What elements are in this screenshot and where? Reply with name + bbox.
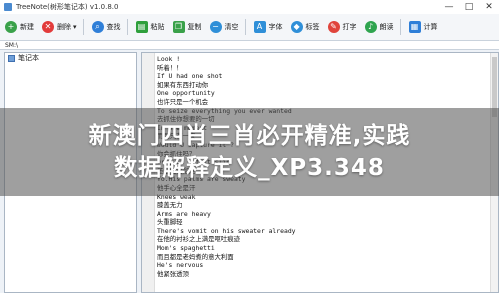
close-button[interactable]: ✕ bbox=[479, 0, 499, 14]
copy-label: 复制 bbox=[187, 23, 202, 31]
editor-line: One opportunity bbox=[157, 89, 215, 98]
editor-line: He's nervous bbox=[157, 261, 204, 270]
plus-icon: + bbox=[5, 21, 17, 33]
calculator-icon: ▦ bbox=[408, 21, 421, 33]
font-label: 字体 bbox=[268, 23, 283, 31]
copy-button[interactable]: ❐ 复制 bbox=[170, 16, 205, 38]
count-label: 计算 bbox=[423, 23, 438, 31]
title-bar: TreeNote(树形笔记本) v1.0.8.0 — □ ✕ bbox=[0, 0, 499, 14]
toolbar-divider bbox=[399, 19, 401, 35]
clear-icon: − bbox=[209, 21, 222, 33]
keyboard-icon: ✎ bbox=[327, 21, 340, 33]
count-button[interactable]: ▦ 计算 bbox=[406, 16, 441, 38]
editor-line: Look ! bbox=[157, 55, 181, 63]
editor-line: Arms are heavy bbox=[157, 209, 211, 218]
find-label: 查找 bbox=[106, 23, 121, 31]
tag-label: 标签 bbox=[305, 23, 320, 31]
editor-line: 听着！！ bbox=[157, 63, 183, 72]
clear-label: 清空 bbox=[224, 23, 239, 31]
toolbar-divider bbox=[244, 19, 246, 35]
banner-line-1: 新澳门四肖三肖必开精准,实践 bbox=[88, 123, 411, 149]
delete-icon: ✕ bbox=[42, 21, 54, 33]
app-window: TreeNote(树形笔记本) v1.0.8.0 — □ ✕ + 新建 ✕ 删除… bbox=[0, 0, 499, 293]
toolbar: + 新建 ✕ 删除 ▾ ⌕ 查找 ▤ 粘贴 ❐ 复制 − 清空 A 字体 ◆ 标… bbox=[0, 14, 499, 41]
delete-label: 删除 bbox=[57, 23, 71, 31]
editor-line: 他紧张透顶 bbox=[157, 269, 189, 278]
minimize-button[interactable]: — bbox=[439, 0, 459, 14]
window-title: TreeNote(树形笔记本) v1.0.8.0 bbox=[16, 3, 119, 11]
font-button[interactable]: A 字体 bbox=[251, 16, 286, 38]
tag-button[interactable]: ◆ 标签 bbox=[288, 16, 323, 38]
editor-line: 而且都是老妈煮的意大利面 bbox=[157, 252, 234, 261]
editor-line: Mom's spaghetti bbox=[157, 244, 215, 253]
editor-line: If U had one shot bbox=[157, 72, 223, 81]
editor-line: 头重脚轻 bbox=[157, 218, 183, 227]
type-button[interactable]: ✎ 打字 bbox=[325, 16, 360, 38]
font-icon: A bbox=[253, 21, 266, 33]
clear-button[interactable]: − 清空 bbox=[207, 16, 242, 38]
tree-node-label: 笔记本 bbox=[18, 54, 39, 62]
speaker-icon: ♪ bbox=[364, 21, 377, 33]
read-button[interactable]: ♪ 朗读 bbox=[362, 16, 397, 38]
new-label: 新建 bbox=[20, 23, 34, 31]
find-button[interactable]: ⌕ 查找 bbox=[89, 16, 124, 38]
tag-icon: ◆ bbox=[290, 21, 303, 33]
maximize-button[interactable]: □ bbox=[459, 0, 479, 14]
editor-line: 膝盖无力 bbox=[157, 201, 183, 210]
copy-icon: ❐ bbox=[172, 21, 185, 33]
path-bar: SM:\ bbox=[0, 41, 499, 50]
search-icon: ⌕ bbox=[91, 21, 104, 33]
editor-line: 也许只是一个机会 bbox=[157, 97, 209, 106]
new-button[interactable]: + 新建 bbox=[2, 16, 37, 38]
editor-line: 如果有东西打动你 bbox=[157, 80, 209, 89]
toolbar-divider bbox=[126, 19, 128, 35]
notebook-icon bbox=[8, 54, 15, 62]
paste-icon: ▤ bbox=[135, 21, 148, 33]
paste-button[interactable]: ▤ 粘贴 bbox=[133, 16, 168, 38]
window-controls: — □ ✕ bbox=[439, 0, 499, 14]
watermark-banner: 新澳门四肖三肖必开精准,实践 数据解释定义_XP3.348 bbox=[0, 108, 499, 196]
chevron-down-icon[interactable]: ▾ bbox=[73, 23, 77, 31]
banner-line-2: 数据解释定义_XP3.348 bbox=[114, 155, 385, 181]
toolbar-divider bbox=[82, 19, 84, 35]
delete-button[interactable]: ✕ 删除 ▾ bbox=[39, 16, 80, 38]
type-label: 打字 bbox=[342, 23, 357, 31]
paste-label: 粘贴 bbox=[150, 23, 165, 31]
app-icon bbox=[4, 3, 12, 11]
read-label: 朗读 bbox=[379, 23, 394, 31]
tree-node-notebook[interactable]: 笔记本 bbox=[5, 53, 136, 63]
editor-line: 在他的衬衫之上满是呕吐痕迹 bbox=[157, 235, 241, 244]
